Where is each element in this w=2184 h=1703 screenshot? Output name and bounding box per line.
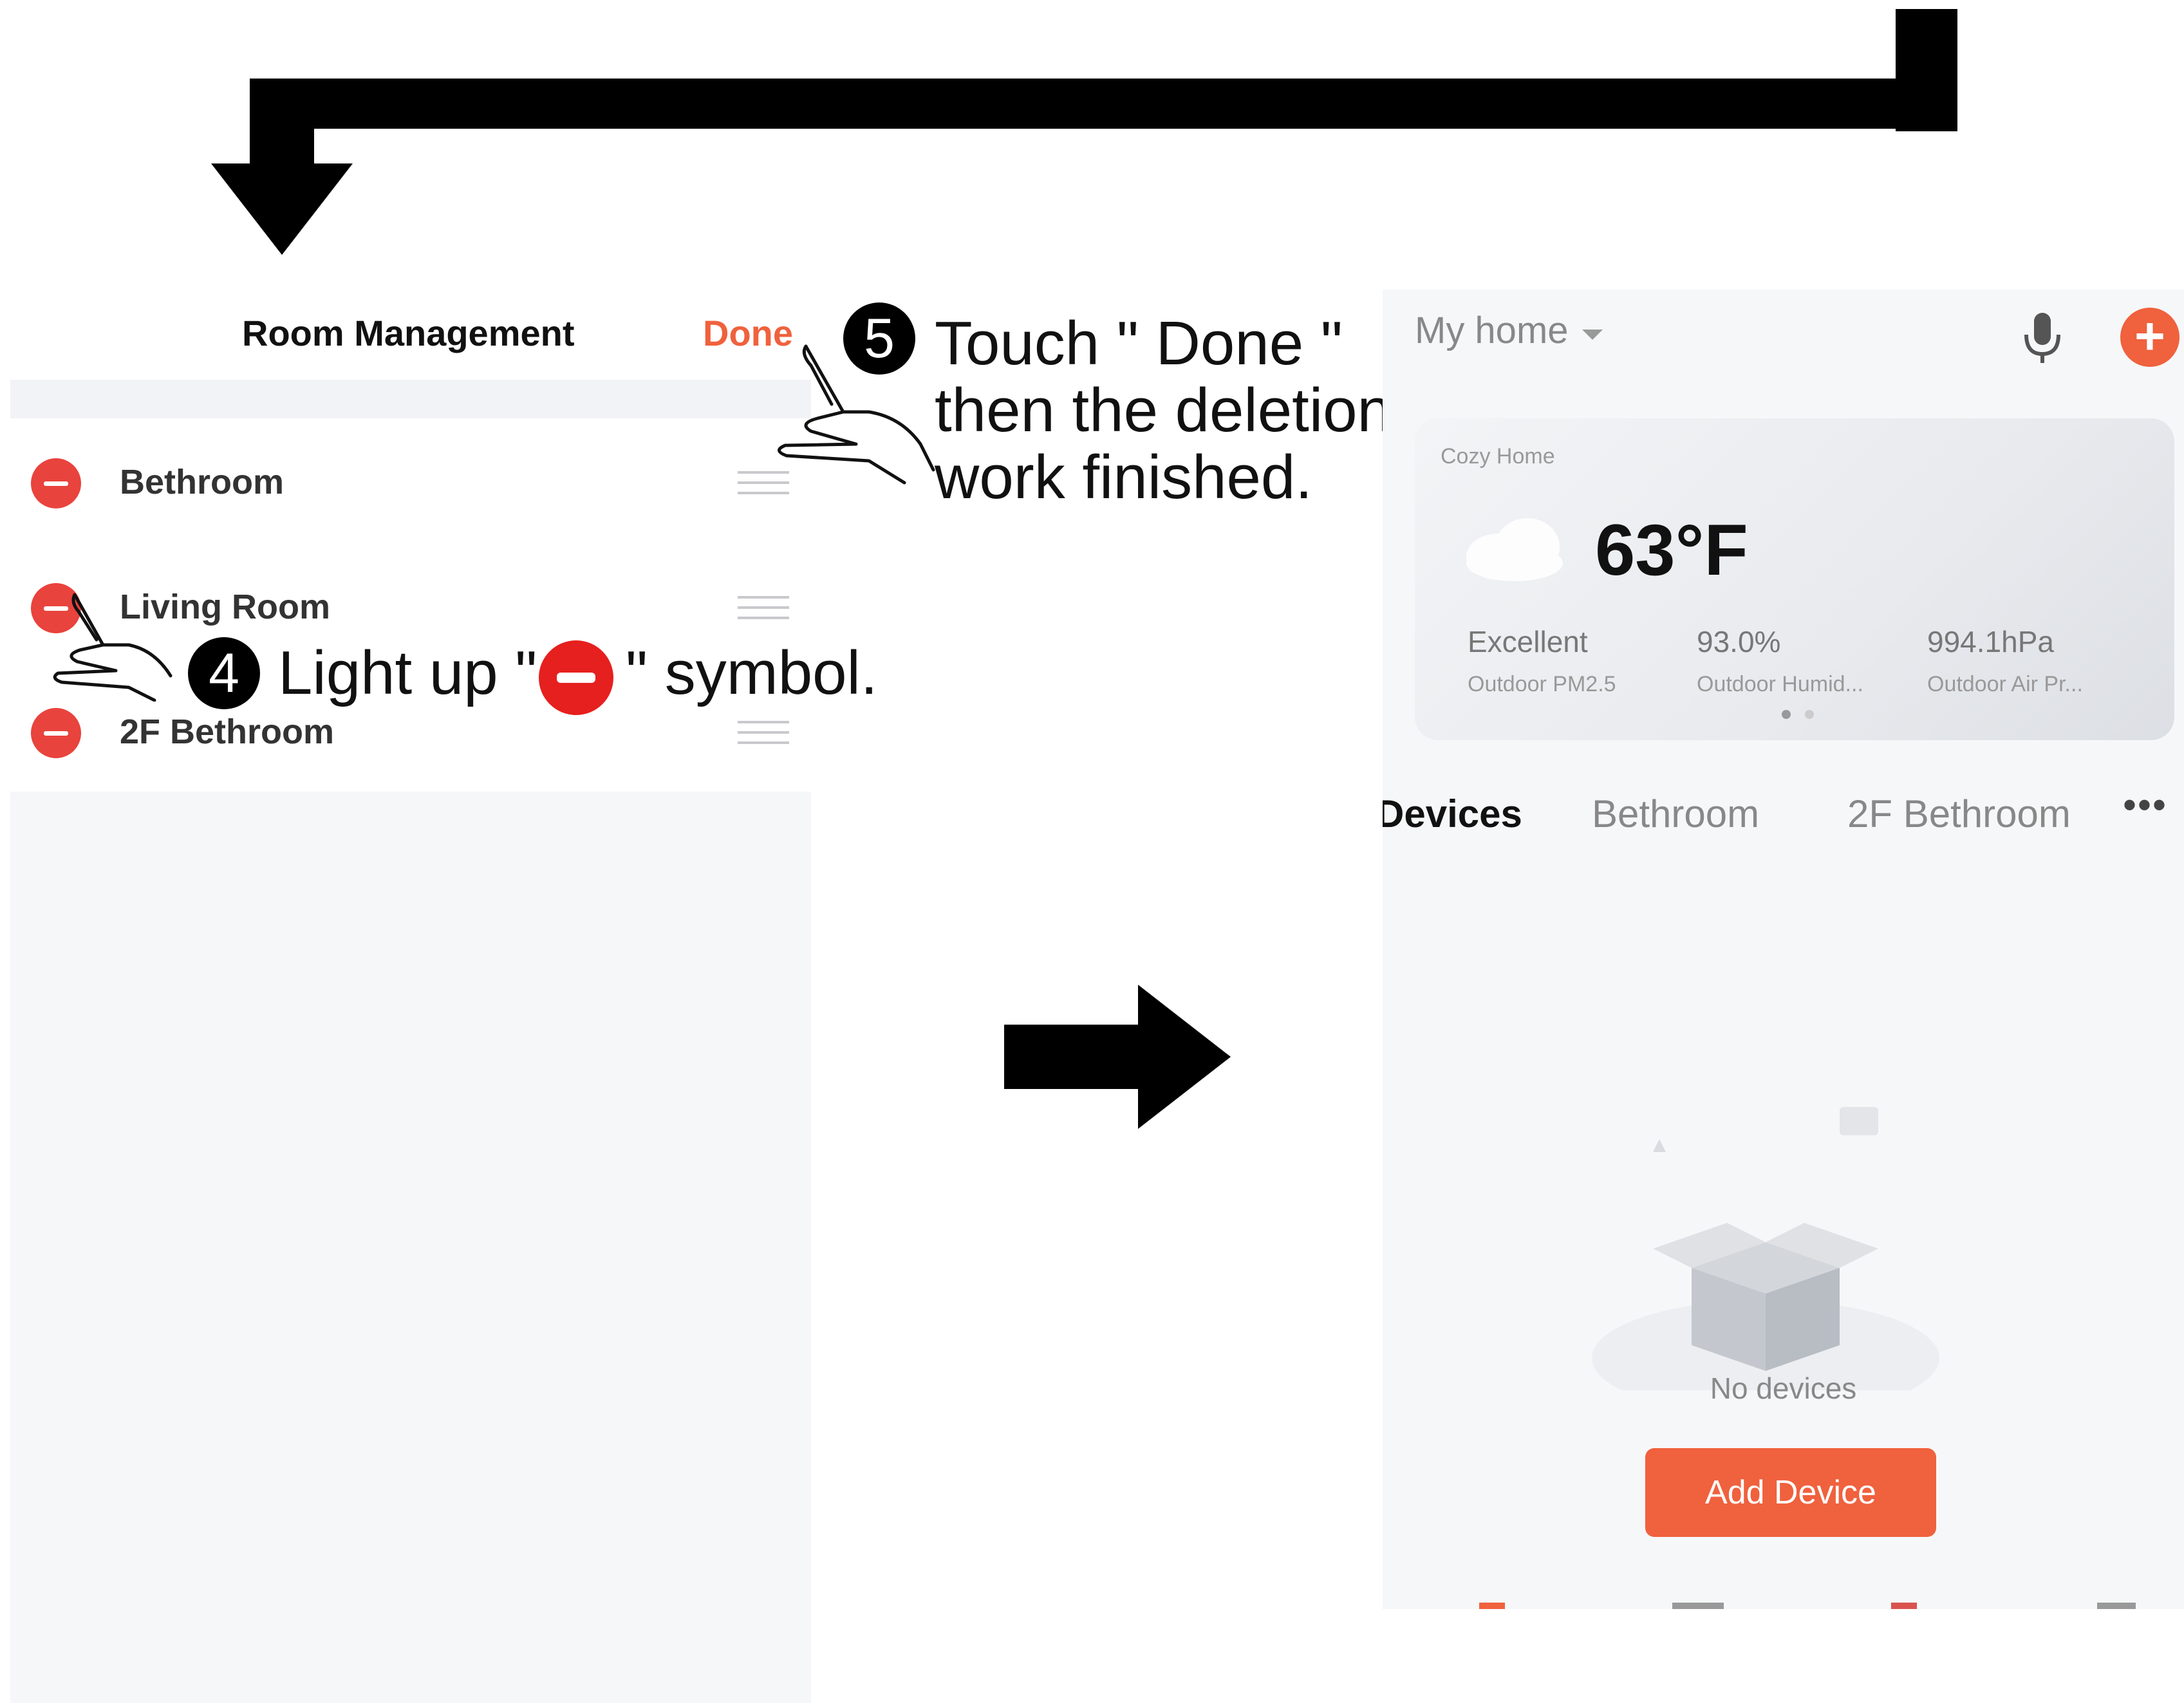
room-name: 2F Bethroom — [120, 712, 335, 751]
tab-2f-bethroom[interactable]: 2F Bethroom — [1847, 792, 2071, 836]
flow-arrow-top-head — [211, 163, 353, 255]
metric-value: 93.0% — [1697, 625, 1781, 658]
temperature: 63°F — [1595, 510, 1748, 590]
cloud-icon — [1466, 518, 1563, 581]
add-icon[interactable]: + — [2120, 308, 2179, 367]
bottom-nav-me-icon[interactable] — [2097, 1603, 2136, 1609]
drag-handle-icon[interactable] — [738, 596, 789, 622]
step-4-instruction-suffix: " symbol. — [626, 638, 878, 707]
flow-arrow-top-horizontal — [250, 79, 1957, 129]
empty-box-icon — [1592, 1107, 1939, 1390]
mic-icon[interactable] — [2020, 309, 2065, 367]
minus-symbol-icon — [539, 640, 613, 715]
add-device-button[interactable]: Add Device — [1645, 1448, 1936, 1537]
bottom-nav-home-icon[interactable] — [1479, 1603, 1505, 1609]
chevron-down-icon[interactable] — [1582, 330, 1603, 340]
page-indicator-dot — [1805, 710, 1814, 719]
delete-minus-icon[interactable] — [31, 708, 81, 758]
page-indicator-dot-active — [1782, 710, 1791, 719]
home-selector[interactable]: My home — [1415, 309, 1569, 352]
delete-minus-icon[interactable] — [31, 458, 81, 508]
home-screen: My home + Cozy Home 63°F Excellent Outdo… — [1383, 290, 2184, 1609]
flow-arrow-top-vertical-right — [1896, 9, 1957, 131]
page-title: Room Management — [242, 313, 575, 353]
step-4-badge: 4 — [188, 637, 260, 709]
metric-label: Outdoor PM2.5 — [1468, 672, 1616, 696]
room-name: Bethroom — [120, 463, 284, 501]
tab-devices[interactable]: Devices — [1383, 792, 1522, 836]
room-management-screen: Room Management Done Bethroom Living Roo… — [10, 270, 811, 1703]
flow-arrow-top-vertical-left — [250, 79, 314, 175]
metric-label: Outdoor Humid... — [1697, 672, 1863, 696]
metric-label: Outdoor Air Pr... — [1927, 672, 2083, 696]
empty-state-text: No devices — [1710, 1372, 1857, 1405]
bottom-nav-smart-icon[interactable] — [1891, 1603, 1917, 1609]
tab-bethroom[interactable]: Bethroom — [1592, 792, 1759, 836]
room-row-bethroom: Bethroom — [10, 418, 811, 543]
metric-value: Excellent — [1468, 625, 1588, 658]
location-label: Cozy Home — [1441, 444, 1555, 469]
step-4-instruction-prefix: Light up " — [278, 638, 537, 707]
metric-value: 994.1hPa — [1927, 625, 2054, 658]
section-divider — [10, 380, 811, 418]
drag-handle-icon[interactable] — [738, 721, 789, 747]
room-management-header: Room Management Done — [10, 270, 811, 380]
more-tabs-icon[interactable]: ••• — [2123, 783, 2167, 827]
flow-arrow-middle-shaft — [1004, 1025, 1139, 1089]
step-5-badge: 5 — [843, 302, 915, 375]
hand-pointer-icon — [53, 593, 173, 702]
bottom-nav-scene-icon[interactable] — [1672, 1603, 1724, 1609]
step-5-instruction: Touch " Done " then the deletion work fi… — [935, 309, 1392, 512]
flow-arrow-middle-head — [1138, 985, 1231, 1129]
